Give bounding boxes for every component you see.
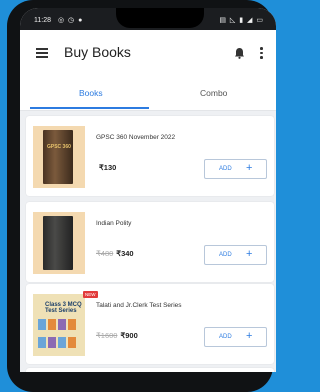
tab-bar: Books Combo bbox=[20, 76, 276, 111]
product-price: ₹900 bbox=[120, 331, 138, 340]
product-old-price: ₹1600 bbox=[96, 331, 118, 340]
product-price: ₹130 bbox=[99, 163, 117, 172]
product-title: Indian Polity bbox=[96, 220, 132, 227]
book-spine-graphic bbox=[43, 130, 73, 184]
add-button-label: ADD bbox=[219, 165, 232, 172]
product-price-row: ₹130 bbox=[96, 163, 116, 172]
book-cover-image: Class 3 MCQ Test Series NEW bbox=[33, 291, 98, 356]
cover-book-grid-graphic bbox=[37, 318, 81, 352]
add-to-cart-button[interactable]: ADD + bbox=[204, 245, 267, 265]
product-price: ₹340 bbox=[116, 249, 134, 258]
bell-icon[interactable] bbox=[234, 47, 245, 59]
status-right-icons: ▤ ◺ ▮ ◢ ▭ bbox=[219, 17, 264, 24]
product-card[interactable]: GPSC 360 GPSC 360 November 2022 ₹130 ADD… bbox=[26, 116, 274, 196]
page-title: Buy Books bbox=[64, 44, 131, 60]
more-vert-icon[interactable] bbox=[260, 47, 264, 61]
book-cover-image: GPSC 360 bbox=[33, 126, 85, 188]
product-old-price: ₹480 bbox=[96, 249, 114, 258]
book-spine-graphic bbox=[43, 216, 73, 270]
add-to-cart-button[interactable]: ADD + bbox=[204, 327, 267, 347]
plus-icon: + bbox=[246, 162, 253, 174]
status-left-icons: ◎ ◷ ● bbox=[58, 17, 84, 24]
phone-frame: 11:28 ◎ ◷ ● ▤ ◺ ▮ ◢ ▭ Buy Books Books Co… bbox=[7, 0, 276, 392]
status-bar: 11:28 ◎ ◷ ● ▤ ◺ ▮ ◢ ▭ bbox=[20, 8, 276, 30]
cover-title-text: GPSC 360 bbox=[47, 144, 71, 150]
product-card[interactable]: Class 3 MCQ Test Series NEW Talati and J… bbox=[26, 284, 274, 364]
app-bar: Buy Books bbox=[20, 30, 276, 76]
status-time: 11:28 bbox=[34, 17, 51, 24]
add-button-label: ADD bbox=[219, 333, 232, 340]
book-cover-image bbox=[33, 212, 85, 274]
product-card[interactable]: Indian Polity ₹480 ₹340 ADD + bbox=[26, 202, 274, 282]
add-button-label: ADD bbox=[219, 251, 232, 258]
cover-title-text: Class 3 MCQ Test Series bbox=[45, 302, 82, 314]
active-tab-indicator bbox=[30, 107, 149, 109]
hamburger-menu-icon[interactable] bbox=[36, 48, 48, 58]
product-price-row: ₹480 ₹340 bbox=[96, 249, 134, 258]
plus-icon: + bbox=[246, 330, 253, 342]
product-title: GPSC 360 November 2022 bbox=[96, 134, 176, 141]
product-title: Talati and Jr.Clerk Test Series bbox=[96, 302, 182, 309]
tab-combo[interactable]: Combo bbox=[200, 88, 227, 98]
app-screen: 11:28 ◎ ◷ ● ▤ ◺ ▮ ◢ ▭ Buy Books Books Co… bbox=[20, 8, 276, 372]
tab-books[interactable]: Books bbox=[79, 88, 103, 98]
product-price-row: ₹1600 ₹900 bbox=[96, 331, 138, 340]
new-badge: NEW bbox=[83, 291, 98, 298]
product-card[interactable] bbox=[26, 368, 274, 372]
camera-notch bbox=[116, 8, 204, 28]
add-to-cart-button[interactable]: ADD + bbox=[204, 159, 267, 179]
plus-icon: + bbox=[246, 248, 253, 260]
